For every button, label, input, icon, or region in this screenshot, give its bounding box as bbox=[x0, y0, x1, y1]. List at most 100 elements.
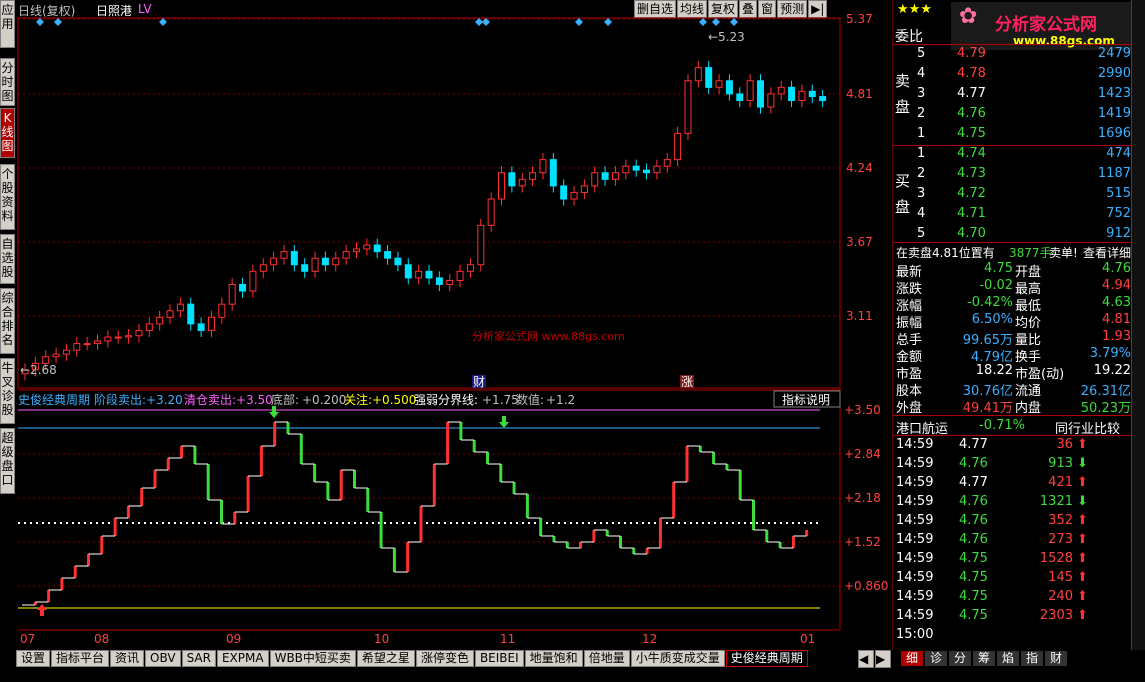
candle-body bbox=[301, 264, 309, 272]
price-tick: 4.81 bbox=[846, 87, 873, 101]
down-arrow-icon bbox=[269, 406, 279, 418]
level-number: 4 bbox=[917, 66, 926, 81]
scroll-left-button[interactable]: ◀ bbox=[858, 650, 874, 668]
detail-tab[interactable]: 分 bbox=[949, 651, 971, 666]
candle-body bbox=[104, 336, 112, 342]
stat-value: 4.75 bbox=[984, 261, 1013, 276]
tab-kline[interactable]: K线图 bbox=[0, 108, 15, 158]
detail-tab[interactable]: 财 bbox=[1045, 651, 1067, 666]
level-number: 4 bbox=[917, 206, 926, 221]
order-volume: 2990 bbox=[1097, 66, 1131, 81]
right-scrollbar[interactable] bbox=[1131, 0, 1145, 650]
tab-timeshare[interactable]: 分时图 bbox=[0, 58, 15, 106]
candle-body bbox=[332, 257, 340, 266]
indicator-tab[interactable]: 史俊经典周期 bbox=[725, 650, 808, 667]
candle-body bbox=[477, 224, 485, 266]
indicator-tab[interactable]: 希望之星 bbox=[356, 650, 415, 667]
watermark: 分析家公式网 www.88gs.com bbox=[472, 329, 625, 343]
candle-body bbox=[125, 335, 133, 338]
order-price: 4.72 bbox=[957, 186, 986, 201]
candle-body bbox=[539, 159, 547, 174]
tab-stock-info[interactable]: 个股资料 bbox=[0, 164, 15, 230]
tick-time: 14:59 bbox=[896, 513, 934, 528]
candle-body bbox=[176, 303, 184, 312]
tab-diagnosis[interactable]: 牛叉诊股 bbox=[0, 358, 15, 424]
detail-tab[interactable]: 焰 bbox=[997, 651, 1019, 666]
scroll-right-button[interactable]: ▶ bbox=[875, 650, 891, 668]
tab-apps[interactable]: 应用 bbox=[0, 0, 15, 48]
tick-time: 14:59 bbox=[896, 437, 934, 452]
up-arrow-icon: ⬆ bbox=[1077, 475, 1088, 490]
indicator-grid bbox=[18, 453, 840, 587]
candle-body bbox=[529, 172, 537, 180]
indicator-tab[interactable]: EXPMA bbox=[216, 650, 269, 667]
detail-tab[interactable]: 诊 bbox=[925, 651, 947, 666]
indicator-tab[interactable]: OBV bbox=[145, 650, 181, 667]
tick-volume: 36 bbox=[1056, 437, 1073, 452]
indicator-tab[interactable]: WBB中短买卖 bbox=[269, 650, 356, 667]
tick-volume: 273 bbox=[1048, 532, 1073, 547]
sector-change: -0.71% bbox=[979, 418, 1025, 433]
candle-body bbox=[342, 251, 350, 259]
indicator-tab[interactable]: 涨停变色 bbox=[415, 650, 474, 667]
candle-body bbox=[611, 172, 619, 180]
indicator-tab[interactable]: BEIBEI bbox=[474, 650, 524, 667]
indicator-tab[interactable]: SAR bbox=[181, 650, 216, 667]
event-badge-limit[interactable]: 涨 bbox=[681, 374, 693, 389]
candle-body bbox=[114, 336, 122, 339]
high-marker: ←5.23 bbox=[708, 30, 745, 44]
candle-body bbox=[560, 185, 568, 200]
indicator-tick: +2.18 bbox=[844, 491, 881, 505]
tick-price: 4.75 bbox=[959, 570, 988, 585]
candle-body bbox=[643, 169, 651, 174]
up-arrow-icon: ⬆ bbox=[1077, 551, 1088, 566]
stat-label: 外盘 bbox=[896, 401, 923, 416]
quote-row: 4 4.78 2990 bbox=[893, 66, 1131, 86]
tick-time: 14:59 bbox=[896, 494, 934, 509]
indicator-tab[interactable]: 资讯 bbox=[110, 650, 145, 667]
order-volume: 474 bbox=[1106, 146, 1131, 161]
candle-body bbox=[62, 349, 70, 355]
kline-chart[interactable]: 5.37 4.81 4.24 3.67 3.11 ←5.23 ←2.68 分析家… bbox=[16, 0, 894, 650]
tab-ranking[interactable]: 综合排名 bbox=[0, 288, 15, 354]
detail-tab[interactable]: 细 bbox=[901, 651, 923, 666]
x-tick: 08 bbox=[94, 632, 109, 646]
order-volume: 912 bbox=[1106, 226, 1131, 241]
indicator-tab[interactable]: 倍地量 bbox=[583, 650, 630, 667]
stat-value: 3.79% bbox=[1089, 346, 1131, 361]
up-arrow-icon: ⬆ bbox=[1077, 589, 1088, 604]
tab-super-quote[interactable]: 超级盘口 bbox=[0, 428, 15, 494]
event-badge-finance[interactable]: 财 bbox=[473, 375, 485, 389]
quote-row: 15:00 bbox=[893, 627, 1131, 647]
order-price: 4.75 bbox=[957, 126, 986, 141]
indicator-tab[interactable]: 指标平台 bbox=[51, 650, 110, 667]
candle-body bbox=[394, 257, 402, 266]
indicator-tab[interactable]: 小牛质变成交量 bbox=[630, 650, 725, 667]
tab-watchlist[interactable]: 自选股 bbox=[0, 234, 15, 284]
view-detail-link[interactable]: 查看详细 bbox=[1083, 244, 1131, 261]
stat-value: 4.76 bbox=[1102, 261, 1131, 276]
indicator-axis: +3.50 +2.84 +2.18 +1.52 +0.860 bbox=[844, 403, 888, 593]
candle-body bbox=[280, 251, 288, 259]
candle-body bbox=[363, 244, 371, 250]
detail-tab[interactable]: 指 bbox=[1021, 651, 1043, 666]
candle-body bbox=[218, 303, 226, 318]
tick-price: 4.77 bbox=[959, 475, 988, 490]
price-tick: 3.11 bbox=[846, 309, 873, 323]
tick-time: 14:59 bbox=[896, 456, 934, 471]
indicator-tab[interactable]: 地量饱和 bbox=[524, 650, 583, 667]
stat-value: 6.50% bbox=[971, 312, 1013, 327]
candle-body bbox=[632, 165, 640, 171]
candle-body bbox=[808, 90, 816, 98]
indicator-tab-bar: 设置 指标平台 资讯 OBV SAR EXPMA WBB中短买卖 希望之星 涨停变色 BEIBEI… bbox=[16, 650, 893, 667]
stat-value: -0.02 bbox=[979, 278, 1013, 293]
level-number: 3 bbox=[917, 86, 926, 101]
big-order-qty: 3877手 bbox=[1009, 246, 1052, 260]
indicator-help-label: 指标说明 bbox=[782, 392, 830, 407]
detail-tab[interactable]: 筹 bbox=[973, 651, 995, 666]
candle-body bbox=[622, 165, 630, 174]
legend-label: 关注: bbox=[344, 392, 372, 407]
signal-markers bbox=[36, 18, 738, 26]
indicator-tab[interactable]: 设置 bbox=[16, 650, 51, 667]
candle-body bbox=[508, 172, 516, 187]
